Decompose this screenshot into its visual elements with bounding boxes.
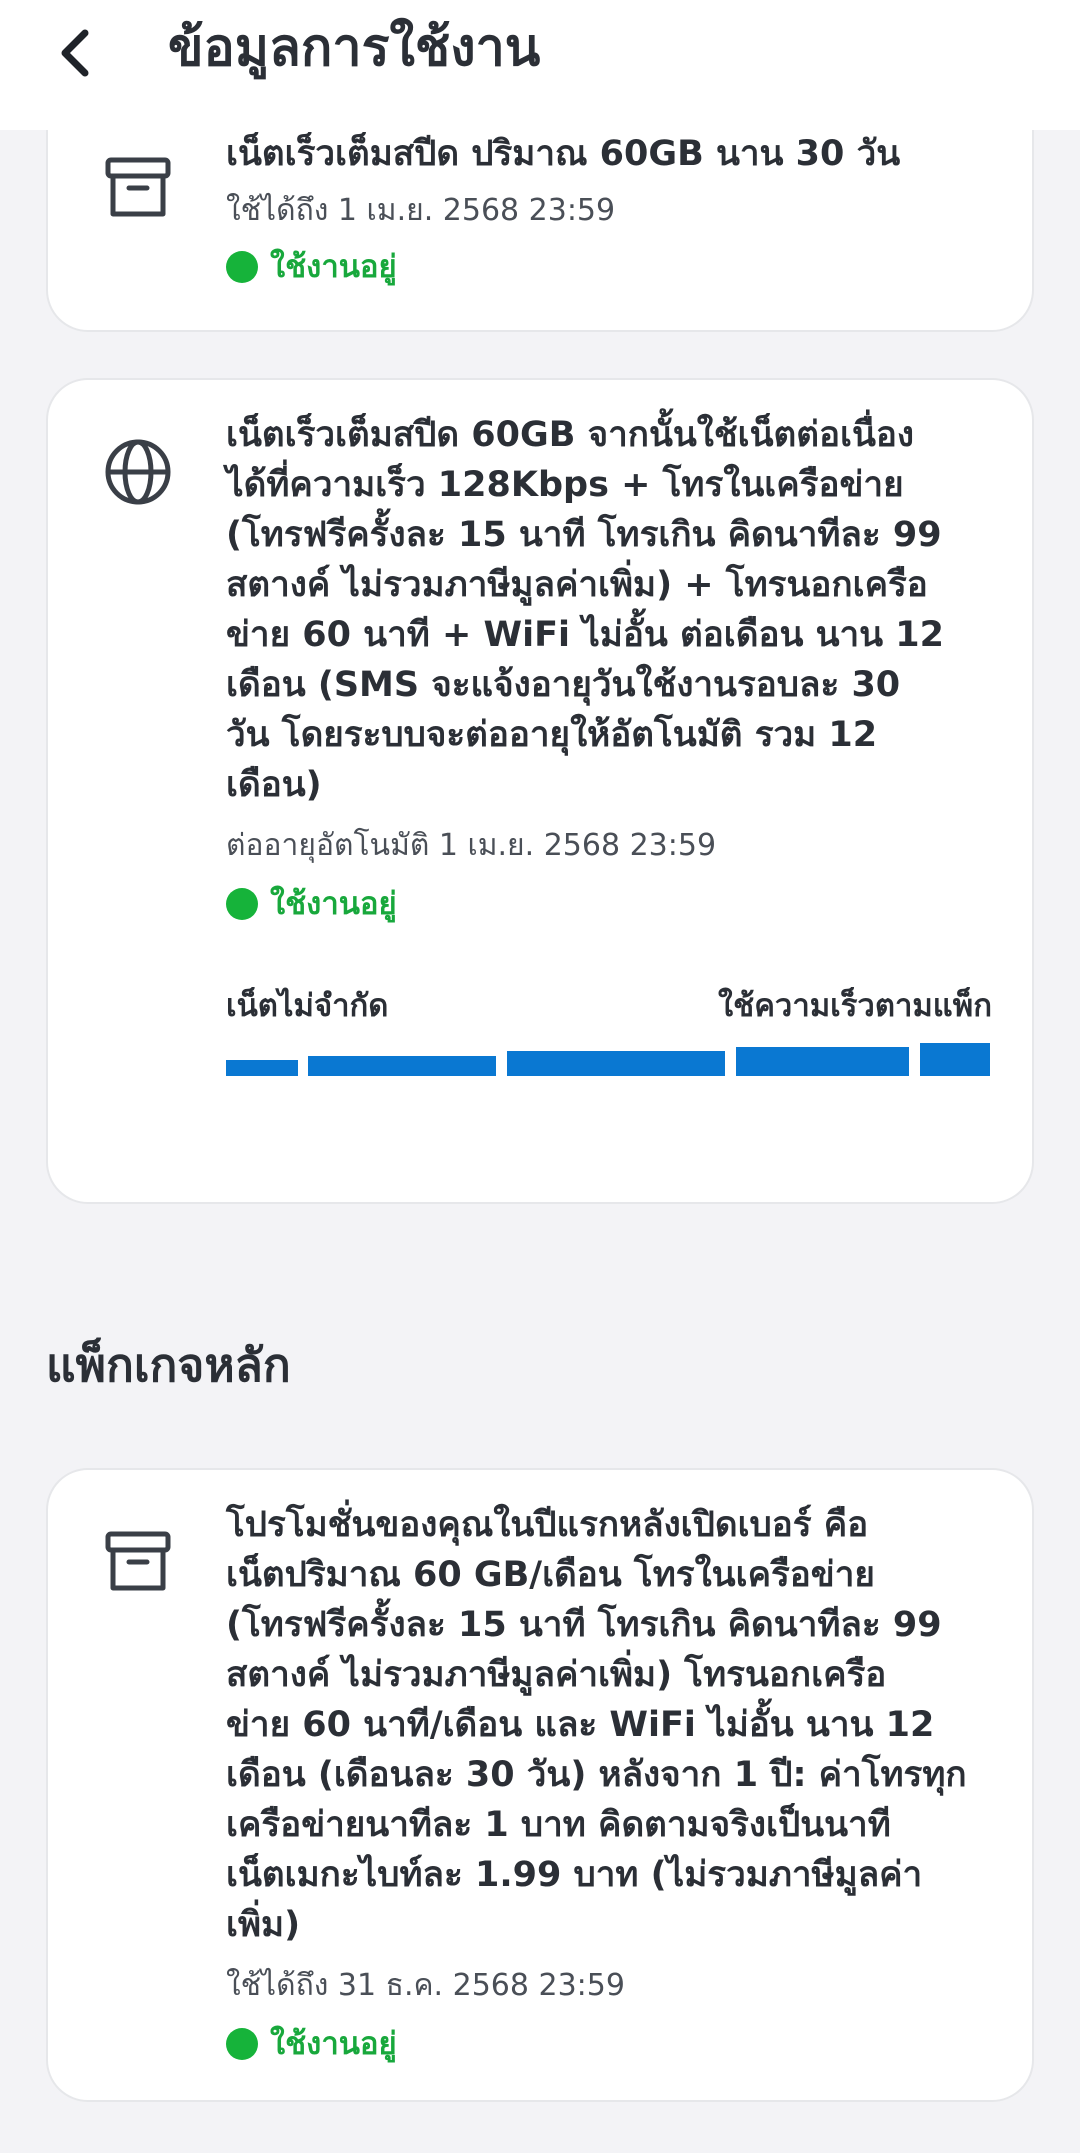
archive-box-icon: [105, 1531, 171, 1591]
usage-left-label: เน็ตไม่จำกัด: [226, 988, 389, 1024]
archive-box-icon: [105, 157, 171, 217]
usage-right-label: ใช้ความเร็วตามแพ็ก: [718, 988, 992, 1024]
status-label: ใช้งานอยู่: [270, 2026, 397, 2062]
title-line: โปรโมชั่นของคุณในปีแรกหลังเปิดเบอร์ คือ: [226, 1505, 869, 1545]
status-dot-icon: [226, 251, 258, 283]
status-badge: ใช้งานอยู่: [226, 245, 992, 289]
chevron-left-icon: [61, 29, 89, 77]
title-line: เดือน): [226, 765, 322, 805]
status-badge: ใช้งานอยู่: [226, 2022, 992, 2066]
globe-icon: [105, 439, 171, 505]
package-expiry: ใช้ได้ถึง 31 ธ.ค. 2568 23:59: [226, 1968, 625, 2003]
title-line: สตางค์ ไม่รวมภาษีมูลค่าเพิ่ม) + โทรนอกเค…: [226, 565, 928, 605]
top-app-bar: ข้อมูลการใช้งาน: [0, 0, 1080, 130]
title-line: ข่าย 60 นาที/เดือน และ WiFi ไม่อั้น นาน …: [226, 1705, 935, 1745]
title-line: ข่าย 60 นาที + WiFi ไม่อั้น ต่อเดือน นาน…: [226, 615, 944, 655]
status-label: ใช้งานอยู่: [270, 249, 397, 285]
back-button[interactable]: [40, 18, 110, 88]
package-title: โปรโมชั่นของคุณในปีแรกหลังเปิดเบอร์ คือ …: [226, 1500, 992, 1950]
title-line: เพิ่ม): [226, 1905, 301, 1945]
section-title-main-package: แพ็กเกจหลัก: [46, 1338, 291, 1392]
title-line: เดือน (เดือนละ 30 วัน) หลังจาก 1 ปี: ค่า…: [226, 1755, 967, 1795]
usage-bar-segment: [736, 1047, 909, 1076]
title-line: สตางค์ ไม่รวมภาษีมูลค่าเพิ่ม) โทรนอกเครื…: [226, 1655, 887, 1695]
title-line: เน็ตเมกะไบท์ละ 1.99 บาท (ไม่รวมภาษีมูลค่…: [226, 1855, 923, 1895]
status-dot-icon: [226, 2028, 258, 2060]
page-title: ข้อมูลการใช้งาน: [168, 18, 541, 78]
status-dot-icon: [226, 888, 258, 920]
title-line: (โทรฟรีครั้งละ 15 นาที โทรเกิน คิดนาทีละ…: [226, 515, 942, 555]
usage-bar-segment: [920, 1043, 990, 1076]
usage-bar-segment: [308, 1056, 496, 1076]
usage-bar-segment: [226, 1060, 298, 1076]
title-line: วัน โดยระบบจะต่ออายุให้อัตโนมัติ รวม 12: [226, 715, 878, 755]
title-line: (โทรฟรีครั้งละ 15 นาที โทรเกิน คิดนาทีละ…: [226, 1605, 942, 1645]
usage-labels: เน็ตไม่จำกัด ใช้ความเร็วตามแพ็ก: [226, 980, 992, 1028]
title-line: เน็ตเร็วเต็มสปีด 60GB จากนั้นใช้เน็ตต่อเ…: [226, 415, 915, 455]
package-title: เน็ตเร็วเต็มสปีด ปริมาณ 60GB นาน 30 วัน: [226, 134, 901, 174]
package-expiry: ใช้ได้ถึง 1 เม.ย. 2568 23:59: [226, 193, 616, 228]
package-renewal: ต่ออายุอัตโนมัติ 1 เม.ย. 2568 23:59: [226, 828, 717, 863]
usage-bar: [226, 1040, 992, 1076]
title-line: ได้ที่ความเร็ว 128Kbps + โทรในเครือข่าย: [226, 465, 904, 505]
status-badge: ใช้งานอยู่: [226, 882, 992, 926]
package-card-main[interactable]: โปรโมชั่นของคุณในปีแรกหลังเปิดเบอร์ คือ …: [46, 1468, 1034, 2102]
package-title: เน็ตเร็วเต็มสปีด 60GB จากนั้นใช้เน็ตต่อเ…: [226, 410, 992, 810]
package-card-unlimited[interactable]: เน็ตเร็วเต็มสปีด 60GB จากนั้นใช้เน็ตต่อเ…: [46, 378, 1034, 1204]
usage-bar-segment: [507, 1051, 725, 1076]
status-label: ใช้งานอยู่: [270, 886, 397, 922]
title-line: เครือข่ายนาทีละ 1 บาท คิดตามจริงเป็นนาที: [226, 1805, 891, 1845]
title-line: เน็ตปริมาณ 60 GB/เดือน โทรในเครือข่าย: [226, 1555, 875, 1595]
title-line: เดือน (SMS จะแจ้งอายุวันใช้งานรอบละ 30: [226, 665, 901, 705]
